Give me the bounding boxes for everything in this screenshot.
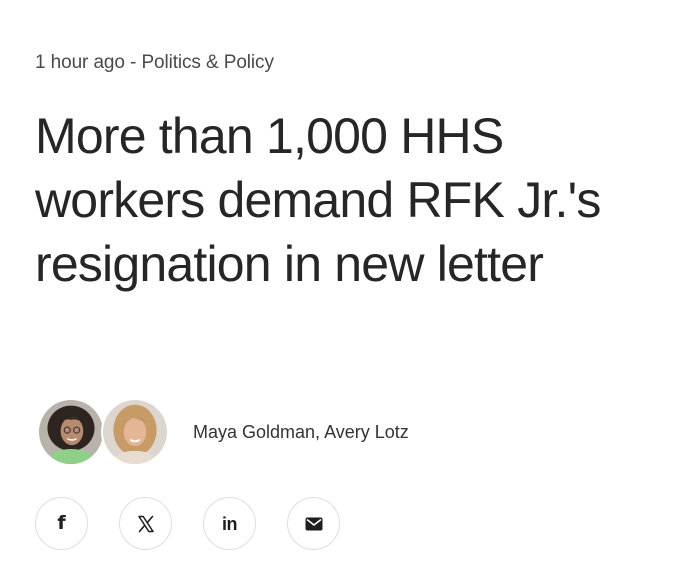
article-meta: 1 hour ago - Politics & Policy xyxy=(35,52,274,74)
author-avatar-avery-lotz[interactable] xyxy=(101,398,169,466)
headline: More than 1,000 HHS workers demand RFK J… xyxy=(35,108,601,292)
author-names[interactable]: Maya Goldman, Avery Lotz xyxy=(193,422,409,443)
share-bar: f in xyxy=(35,497,371,550)
email-icon xyxy=(305,517,323,531)
share-linkedin-button[interactable]: in xyxy=(203,497,256,550)
linkedin-icon: in xyxy=(222,513,238,534)
author-avatar-maya-goldman[interactable] xyxy=(37,398,105,466)
meta-separator: - xyxy=(124,52,142,73)
category-link[interactable]: Politics & Policy xyxy=(141,52,274,73)
share-x-button[interactable] xyxy=(119,497,172,550)
share-email-button[interactable] xyxy=(287,497,340,550)
author-photo-maya-goldman xyxy=(39,400,103,464)
facebook-icon: f xyxy=(57,512,66,534)
x-icon xyxy=(136,514,156,534)
byline: Maya Goldman, Avery Lotz xyxy=(37,397,409,467)
timestamp: 1 hour ago xyxy=(35,52,125,73)
share-facebook-button[interactable]: f xyxy=(35,497,88,550)
author-photo-avery-lotz xyxy=(103,400,167,464)
